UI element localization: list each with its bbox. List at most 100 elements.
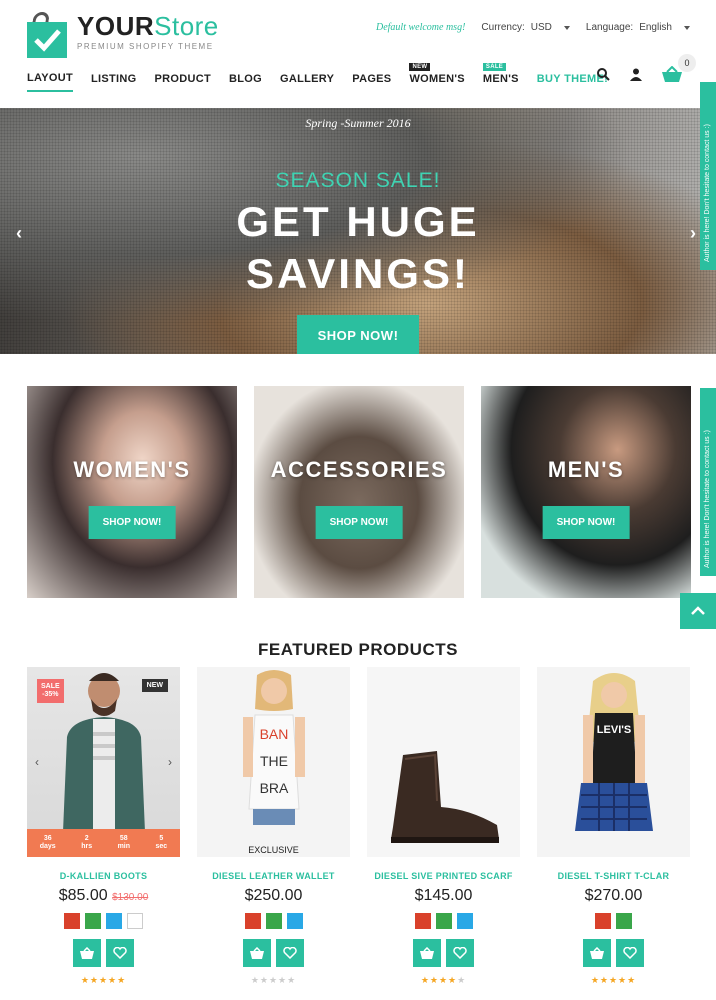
product-image[interactable]: LEVI'S — [537, 667, 690, 857]
language-selector[interactable]: Language: English — [586, 22, 690, 33]
slider-next-arrow-icon[interactable]: › — [690, 223, 696, 244]
search-icon[interactable] — [597, 67, 610, 86]
chevron-up-icon — [691, 606, 705, 615]
category-shop-now-button[interactable]: SHOP NOW! — [88, 506, 176, 539]
add-to-cart-button[interactable] — [413, 939, 441, 967]
contact-side-tab[interactable]: Author is here! Don't hesitate to contac… — [700, 388, 716, 576]
color-swatches — [27, 913, 180, 929]
featured-products-title: FEATURED PRODUCTS — [258, 640, 458, 659]
product-card[interactable]: SALE -35% NEW ‹ › 36 days 2 hrs 58 min 5 sec … — [27, 667, 180, 986]
hero-shop-now-button[interactable]: SHOP NOW! — [296, 315, 420, 354]
product-image[interactable] — [367, 667, 520, 857]
nav-item-layout[interactable]: LAYOUT — [27, 72, 74, 92]
nav-item-mens-label: MEN'S — [482, 73, 519, 85]
language-value: English — [639, 22, 672, 33]
wishlist-button[interactable] — [616, 939, 644, 967]
color-swatches — [197, 913, 350, 929]
color-swatch[interactable] — [435, 913, 452, 929]
logo-text-store: Store — [154, 11, 219, 41]
nav-item-gallery[interactable]: GALLERY — [280, 73, 334, 91]
user-icon[interactable] — [630, 68, 642, 86]
product-price: $270.00 — [584, 887, 643, 904]
currency-selector[interactable]: Currency: USD — [481, 22, 570, 33]
color-swatch[interactable] — [265, 913, 282, 929]
category-title: MEN'S — [547, 457, 625, 482]
category-tile-accessories[interactable]: ACCESSORIES SHOP NOW! — [254, 386, 464, 598]
welcome-message: Default welcome msg! — [375, 22, 466, 33]
top-bar: Default welcome msg! Currency: USD Langu… — [376, 22, 690, 33]
product-name[interactable]: D-KALLIEN BOOTS — [27, 871, 180, 881]
color-swatch[interactable] — [127, 913, 143, 929]
product-name[interactable]: DIESEL LEATHER WALLET — [197, 871, 350, 881]
category-shop-now-button[interactable]: SHOP NOW! — [542, 506, 630, 539]
heart-icon — [453, 947, 467, 959]
product-old-price: $130.00 — [112, 892, 149, 903]
basket-icon — [420, 947, 434, 959]
logo-text-your: YOUR — [77, 11, 155, 41]
product-card[interactable]: LEVI'S DIESEL T-SHIRT T-CLAR $270.00 ★★★… — [537, 667, 690, 986]
contact-side-tab-text: Author is here! Don't hesitate to contac… — [704, 430, 711, 568]
currency-value: USD — [530, 22, 552, 33]
chevron-down-icon — [563, 25, 570, 30]
hero-title-line2: SAVINGS! — [246, 250, 470, 297]
wishlist-button[interactable] — [446, 939, 474, 967]
color-swatch[interactable] — [414, 913, 431, 929]
color-swatch[interactable] — [64, 913, 80, 929]
hero-title-line1: GET HUGE — [236, 198, 480, 245]
add-to-cart-button[interactable] — [243, 939, 271, 967]
nav-item-mens[interactable]: SALE MEN'S — [482, 63, 519, 91]
category-shop-now-button[interactable]: SHOP NOW! — [315, 506, 403, 539]
scroll-to-top-button[interactable] — [680, 593, 716, 629]
category-title: ACCESSORIES — [270, 457, 448, 482]
svg-text:BRA: BRA — [259, 780, 288, 796]
nav-item-blog[interactable]: BLOG — [229, 73, 262, 91]
add-to-cart-button[interactable] — [583, 939, 611, 967]
store-logo[interactable]: YOURStore PREMIUM SHOPIFY THEME — [27, 12, 219, 58]
hero-slider: Spring -Summer 2016 SEASON SALE! GET HUG… — [0, 108, 716, 354]
svg-text:THE: THE — [260, 753, 288, 769]
cart-button[interactable]: 0 — [662, 54, 696, 87]
nav-item-womens-label: WOMEN'S — [409, 73, 465, 85]
header-icons: 0 — [597, 54, 696, 87]
category-tile-mens[interactable]: MEN'S SHOP NOW! — [481, 386, 691, 598]
nav-item-product[interactable]: PRODUCT — [155, 73, 212, 91]
product-name[interactable]: DIESEL SIVE PRINTED SCARF — [367, 871, 520, 881]
new-badge: NEW — [141, 679, 168, 692]
heart-icon — [283, 947, 297, 959]
wishlist-button[interactable] — [276, 939, 304, 967]
product-rating: ★★★★★ — [80, 975, 127, 985]
wishlist-button[interactable] — [106, 939, 134, 967]
color-swatch[interactable] — [595, 913, 611, 929]
product-image[interactable]: BAN THE BRA EXCLUSIVE — [197, 667, 350, 857]
chevron-left-icon[interactable]: ‹ — [35, 755, 39, 769]
nav-item-womens[interactable]: NEW WOMEN'S — [409, 63, 465, 91]
nav-item-listing[interactable]: LISTING — [91, 73, 137, 91]
basket-icon — [80, 947, 94, 959]
shopping-bag-logo-icon — [27, 12, 69, 58]
product-card[interactable]: BAN THE BRA EXCLUSIVE DIESEL LEATHER WAL… — [197, 667, 350, 986]
category-tile-womens[interactable]: WOMEN'S SHOP NOW! — [27, 386, 237, 598]
nav-item-pages[interactable]: PAGES — [352, 73, 391, 91]
svg-text:LEVI'S: LEVI'S — [596, 724, 630, 736]
color-swatch[interactable] — [616, 913, 632, 929]
color-swatch[interactable] — [106, 913, 122, 929]
product-name[interactable]: DIESEL T-SHIRT T-CLAR — [537, 871, 690, 881]
category-tiles: WOMEN'S SHOP NOW! ACCESSORIES SHOP NOW! … — [27, 386, 691, 598]
sale-countdown: 36 days 2 hrs 58 min 5 sec — [27, 829, 180, 857]
product-grid: SALE -35% NEW ‹ › 36 days 2 hrs 58 min 5 sec … — [27, 667, 690, 986]
contact-side-tab[interactable]: Author is here! Don't hesitate to contac… — [700, 82, 716, 270]
product-card[interactable]: DIESEL SIVE PRINTED SCARF $145.00 ★★★★★ — [367, 667, 520, 986]
slider-prev-arrow-icon[interactable]: ‹ — [16, 223, 22, 244]
chevron-right-icon[interactable]: › — [168, 755, 172, 769]
product-image[interactable]: SALE -35% NEW ‹ › 36 days 2 hrs 58 min 5 sec — [27, 667, 180, 857]
add-to-cart-button[interactable] — [73, 939, 101, 967]
color-swatch[interactable] — [286, 913, 303, 929]
sale-badge: SALE -35% — [37, 679, 64, 703]
basket-icon — [590, 947, 604, 959]
logo-tagline: PREMIUM SHOPIFY THEME — [77, 42, 214, 51]
exclusive-label: EXCLUSIVE — [248, 845, 299, 855]
color-swatch[interactable] — [456, 913, 473, 929]
color-swatch[interactable] — [244, 913, 261, 929]
new-badge: NEW — [409, 63, 431, 71]
color-swatch[interactable] — [85, 913, 101, 929]
